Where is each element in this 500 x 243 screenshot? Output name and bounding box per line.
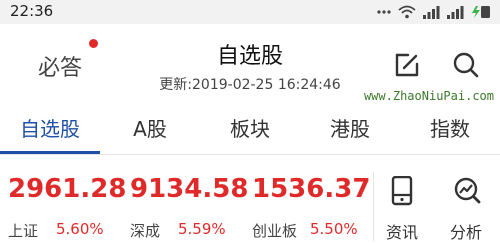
tab-hk-stocks[interactable]: 港股 — [300, 104, 400, 154]
tab-sectors[interactable]: 板块 — [200, 104, 300, 154]
index-change: 5.50% — [310, 220, 358, 238]
index-shanghai[interactable]: 2961.28 上证 5.60% — [8, 160, 126, 241]
tab-a-shares[interactable]: A股 — [100, 104, 200, 154]
index-name: 上证 — [8, 222, 39, 240]
index-change: 5.59% — [178, 220, 226, 238]
phone-icon — [391, 176, 413, 206]
search-icon[interactable] — [452, 51, 480, 79]
signal-icon — [447, 6, 464, 19]
index-change: 5.60% — [56, 220, 104, 238]
tab-watchlist[interactable]: 自选股 — [0, 104, 100, 154]
index-name: 深成 — [130, 222, 161, 240]
page-title: 自选股 — [216, 44, 283, 69]
wifi-icon — [398, 5, 416, 19]
news-button[interactable]: 资讯 — [382, 176, 422, 242]
edit-icon[interactable] — [393, 51, 421, 79]
divider — [373, 172, 374, 241]
index-name: 创业板 — [252, 222, 298, 240]
index-value: 2961.28 — [8, 174, 127, 204]
menu-dots-icon — [377, 10, 391, 14]
status-time: 22:36 — [10, 2, 54, 20]
index-quotes: 2961.28 上证 5.60% 9134.58 深成 5.59% 1536.3… — [0, 160, 500, 242]
charging-icon — [472, 6, 490, 18]
news-label: 资讯 — [385, 223, 418, 242]
index-shenzhen[interactable]: 9134.58 深成 5.59% — [130, 160, 248, 241]
index-chinext[interactable]: 1536.37 创业板 5.50% — [252, 160, 371, 241]
index-value: 1536.37 — [252, 174, 371, 204]
analysis-icon — [454, 177, 481, 204]
analysis-label: 分析 — [449, 223, 482, 242]
analysis-button[interactable]: 分析 — [446, 176, 486, 242]
signal-icon — [423, 6, 440, 19]
status-icons — [376, 3, 492, 21]
tab-bar: 自选股 A股 板块 港股 指数 — [0, 104, 500, 155]
watermark: www.ZhaoNiuPai.com — [363, 89, 494, 103]
status-bar: 22:36 — [0, 0, 500, 24]
index-value: 9134.58 — [130, 174, 249, 204]
active-tab-indicator — [0, 151, 100, 154]
tab-indices[interactable]: 指数 — [400, 104, 500, 154]
